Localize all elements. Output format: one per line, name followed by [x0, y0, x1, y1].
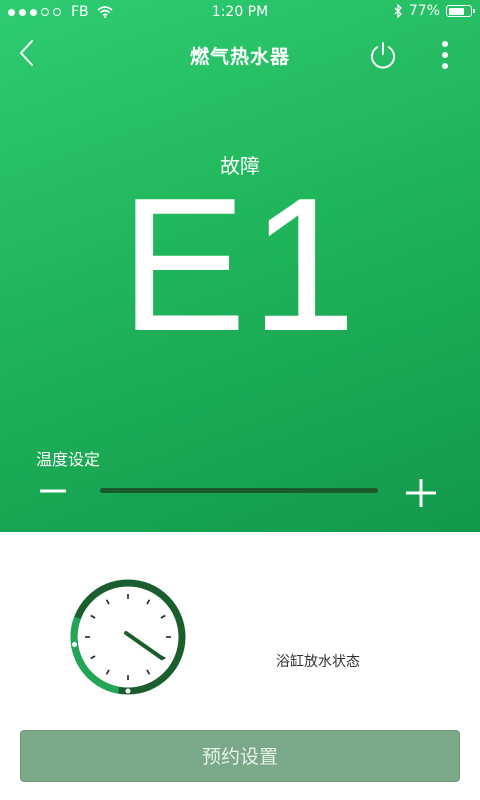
status-bar: FB 1:20 PM 77% — [0, 0, 480, 24]
temperature-slider[interactable] — [100, 488, 378, 493]
bath-status-label: 浴缸放水状态 — [276, 654, 360, 670]
clock-tick — [105, 599, 110, 605]
page-title: 燃气热水器 — [189, 46, 290, 68]
power-icon[interactable] — [367, 39, 399, 71]
clock-tick — [146, 599, 151, 605]
temperature-label: 温度设定 — [36, 450, 101, 469]
battery-percent: 77% — [408, 3, 440, 19]
nav-bar: 燃气热水器 — [0, 28, 480, 80]
clock-progress-arc — [70, 616, 120, 694]
bath-status-clock-icon — [70, 579, 186, 695]
status-right: 77% — [394, 3, 475, 19]
more-vertical-icon[interactable] — [430, 38, 460, 72]
battery-fill — [448, 7, 464, 15]
temperature-slider-fill — [100, 488, 378, 493]
battery-icon — [446, 5, 475, 17]
clock-ring-gap — [72, 642, 78, 648]
clock-ring-gap — [125, 688, 131, 694]
plus-icon[interactable] — [402, 476, 440, 510]
clock-tick — [90, 655, 96, 660]
clock-tick — [146, 669, 151, 675]
clock-tick — [90, 614, 96, 619]
clock-hand — [124, 631, 164, 661]
clock-tick — [160, 614, 166, 619]
fault-code: E1 — [119, 159, 361, 371]
clock-tick — [105, 669, 110, 675]
reservation-button[interactable]: 预约设置 — [20, 730, 460, 782]
bluetooth-icon — [394, 4, 402, 18]
minus-icon[interactable] — [36, 476, 70, 506]
